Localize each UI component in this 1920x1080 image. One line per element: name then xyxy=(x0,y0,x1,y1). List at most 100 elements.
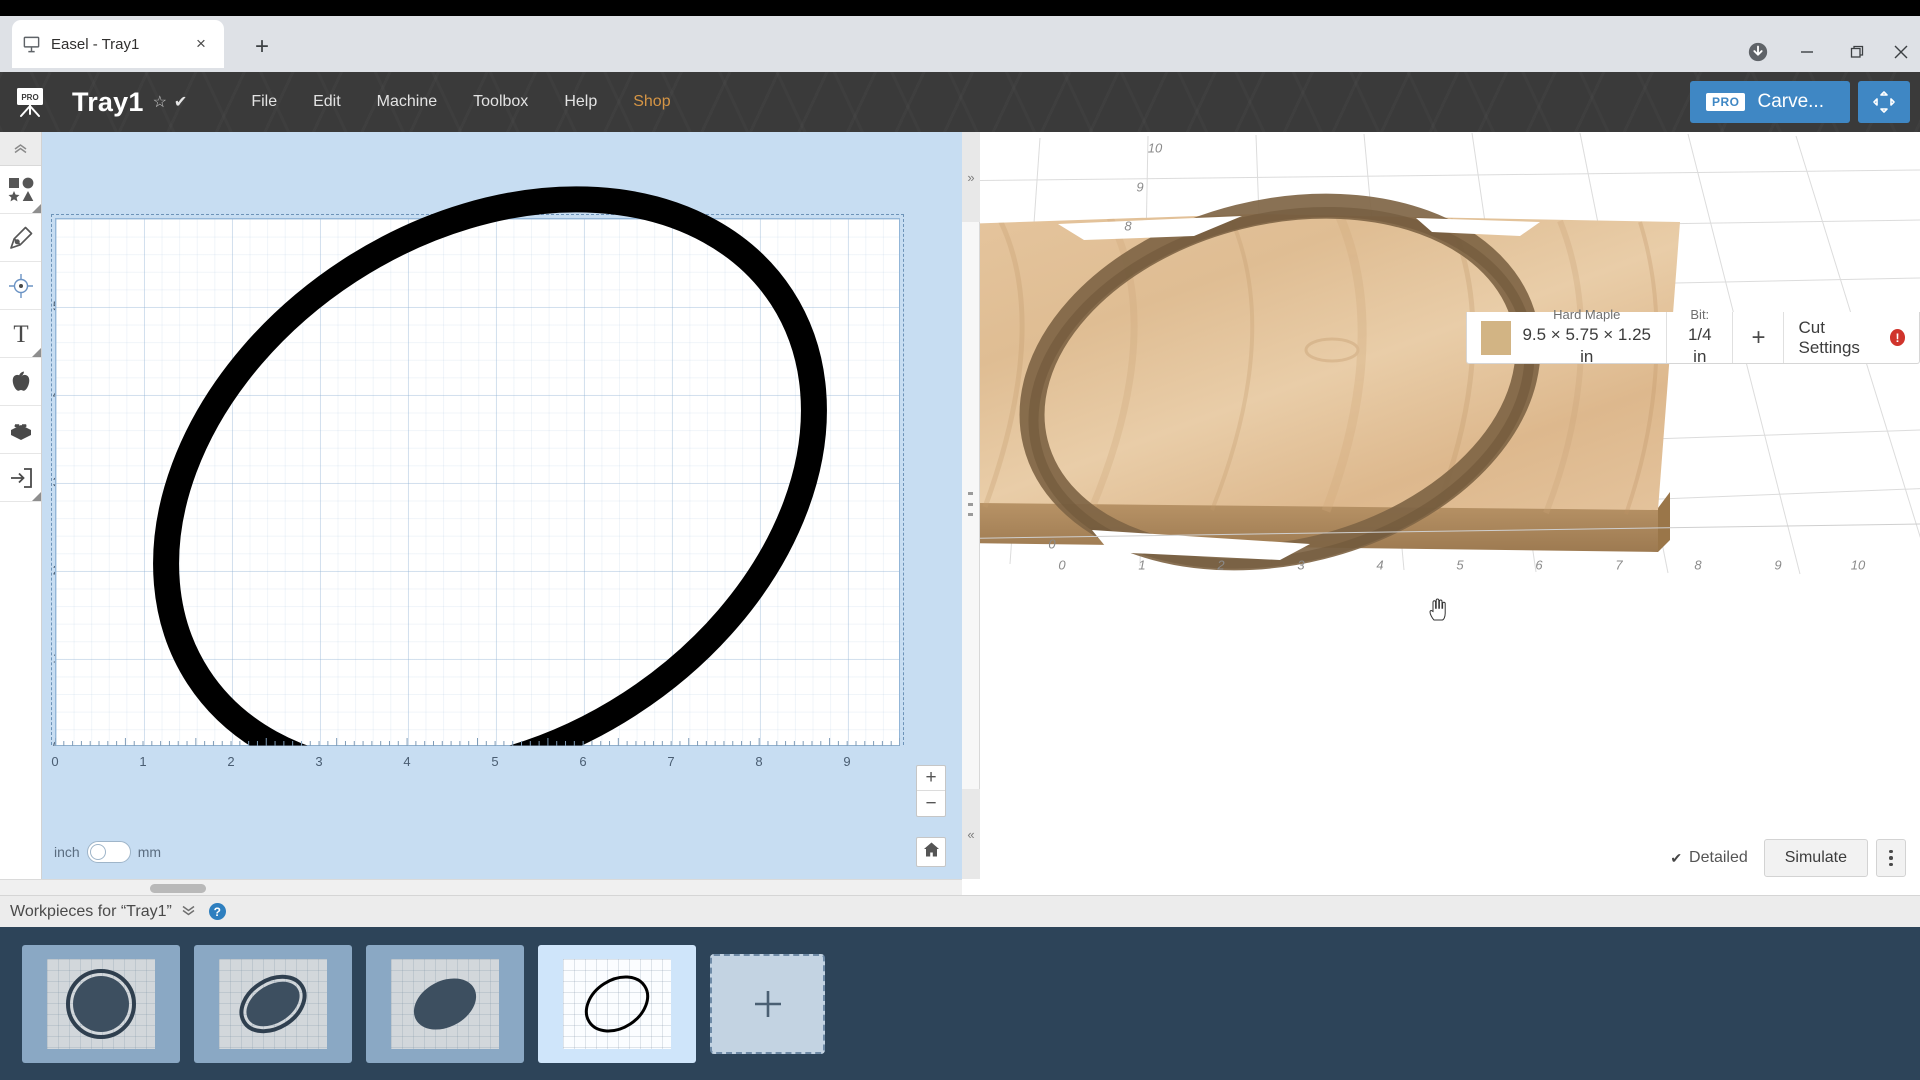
zoom-out-button[interactable]: − xyxy=(917,791,945,816)
tab-strip: Easel - Tray1 × + xyxy=(0,16,1920,72)
four-arrows-icon[interactable] xyxy=(1858,81,1910,123)
ruler-h-label: 0 xyxy=(51,754,59,769)
menu-help[interactable]: Help xyxy=(546,72,615,132)
check-icon: ✔ xyxy=(1670,849,1683,866)
unit-toggle[interactable]: inch mm xyxy=(54,841,161,863)
workpiece-1[interactable] xyxy=(22,944,180,1063)
close-tab-icon[interactable]: × xyxy=(188,31,214,57)
page-title: Tray1 xyxy=(72,86,144,117)
home-view-button[interactable] xyxy=(916,837,946,867)
preview-axis-v-label: 8 xyxy=(1124,218,1132,234)
ruler-h-label: 6 xyxy=(579,754,587,769)
workpiece-thumbnail xyxy=(563,958,671,1049)
bit-label: Bit: xyxy=(1690,307,1710,323)
menu-toolbox[interactable]: Toolbox xyxy=(455,72,546,132)
menu-edit[interactable]: Edit xyxy=(295,72,359,132)
detailed-label: Detailed xyxy=(1689,849,1748,866)
main-area: T 0 1 2 3 4 5 6 7 8 9 + − inch mm » « 10… xyxy=(0,132,1920,895)
menu-file[interactable]: File xyxy=(233,72,295,132)
main-menu: File Edit Machine Toolbox Help Shop xyxy=(233,72,688,132)
browser-tab[interactable]: Easel - Tray1 × xyxy=(12,20,224,68)
workpiece-2[interactable] xyxy=(194,944,352,1063)
bit-cell[interactable]: Bit: 1/4 in xyxy=(1667,307,1734,366)
workpieces-title: Workpieces for “Tray1” xyxy=(10,902,172,920)
menu-machine[interactable]: Machine xyxy=(359,72,455,132)
expand-right-icon[interactable]: » xyxy=(962,132,980,222)
lego-brick-icon xyxy=(8,417,34,443)
header-actions: PRO Carve... xyxy=(1689,81,1920,123)
preview-axis-h-label: 8 xyxy=(1694,557,1702,573)
cut-settings-bar: Hard Maple 9.5 × 5.75 × 1.25 in Bit: 1/4… xyxy=(1466,307,1920,366)
svg-text:T: T xyxy=(13,321,28,347)
workpieces-header: Workpieces for “Tray1” ? xyxy=(0,895,1920,927)
pro-badge: PRO xyxy=(1705,93,1746,111)
scrollbar-thumb[interactable] xyxy=(150,884,206,893)
import-tool[interactable] xyxy=(0,454,41,502)
shapes-icon xyxy=(8,177,34,203)
material-swatch xyxy=(1481,320,1512,355)
preview-axis-h-label: 10 xyxy=(1850,557,1866,573)
browser-window-chrome: Easel - Tray1 × + xyxy=(0,0,1920,72)
download-circle-icon[interactable] xyxy=(1742,36,1774,68)
chrome-top-strip xyxy=(0,0,1920,16)
easel-icon xyxy=(22,35,41,54)
workpiece-4[interactable] xyxy=(538,944,696,1063)
saved-check-icon: ✔ xyxy=(173,94,188,111)
bit-value: 1/4 in xyxy=(1687,324,1712,366)
ruler-h-label: 3 xyxy=(315,754,323,769)
3d-preview-panel[interactable]: 10 9 8 0 0 1 2 3 4 5 6 7 8 9 10 ✔ Detail… xyxy=(980,132,1920,895)
blocks-tool[interactable] xyxy=(0,406,41,454)
workpiece-thumbnail xyxy=(219,958,327,1049)
carve-button[interactable]: PRO Carve... xyxy=(1689,81,1850,123)
detailed-toggle[interactable]: ✔ Detailed xyxy=(1670,849,1747,867)
easel-pro-logo[interactable]: PRO xyxy=(10,82,50,122)
drag-grip-icon[interactable] xyxy=(968,492,973,516)
preview-origin-label: 0 xyxy=(1048,536,1056,552)
panel-splitter[interactable]: » « xyxy=(962,132,980,879)
preview-axis-h-label: 6 xyxy=(1535,557,1543,573)
shapes-tool[interactable] xyxy=(0,166,41,214)
material-cell[interactable]: Hard Maple 9.5 × 5.75 × 1.25 in xyxy=(1467,307,1668,366)
unit-switch-knob xyxy=(89,844,106,860)
ruler-h-label: 9 xyxy=(843,754,851,769)
window-close-button[interactable] xyxy=(1882,32,1920,72)
ruler-h-label: 2 xyxy=(227,754,235,769)
unit-switch[interactable] xyxy=(86,841,131,863)
zoom-in-button[interactable]: + xyxy=(917,766,945,791)
favorite-star-icon[interactable]: ☆ xyxy=(153,92,167,112)
add-workpiece-button[interactable] xyxy=(710,953,825,1054)
more-vertical-icon[interactable] xyxy=(1876,839,1906,877)
cut-settings-button[interactable]: Cut Settings ! xyxy=(1784,312,1919,363)
text-tool[interactable]: T xyxy=(0,310,41,358)
simulate-button[interactable]: Simulate xyxy=(1763,839,1868,877)
svg-text:PRO: PRO xyxy=(21,93,38,102)
preview-axis-v-label: 9 xyxy=(1136,179,1144,195)
workpiece-thumbnail xyxy=(47,958,155,1049)
material-name: Hard Maple xyxy=(1553,307,1621,323)
chevron-down-icon[interactable] xyxy=(181,904,196,919)
warning-icon: ! xyxy=(1889,329,1906,346)
canvas-horizontal-scrollbar[interactable] xyxy=(0,879,962,895)
collapse-left-icon[interactable]: « xyxy=(962,789,980,879)
window-minimize-button[interactable] xyxy=(1782,32,1832,72)
design-canvas-panel[interactable]: 0 1 2 3 4 5 0 1 2 3 4 5 6 xyxy=(42,132,962,895)
window-maximize-button[interactable] xyxy=(1832,32,1882,72)
preview-axis-h-label: 5 xyxy=(1456,557,1464,573)
clipart-tool[interactable] xyxy=(0,358,41,406)
ellipse-outline[interactable] xyxy=(42,132,962,782)
workpiece-thumbnail xyxy=(391,958,499,1049)
workpiece-3[interactable] xyxy=(366,944,524,1063)
add-bit-button[interactable]: + xyxy=(1733,312,1785,363)
menu-shop[interactable]: Shop xyxy=(615,72,688,132)
preview-axis-h-label: 2 xyxy=(1217,557,1225,573)
help-icon[interactable]: ? xyxy=(208,903,226,920)
toolbar-collapse-button[interactable] xyxy=(0,132,41,166)
hand-cursor-icon xyxy=(1428,598,1448,627)
new-tab-button[interactable]: + xyxy=(245,30,279,64)
center-tool[interactable] xyxy=(0,262,41,310)
pen-tool[interactable] xyxy=(0,214,41,262)
ruler-h-label: 8 xyxy=(755,754,763,769)
home-icon xyxy=(923,841,940,863)
preview-axis-h-label: 0 xyxy=(1058,557,1066,573)
left-toolbar: T xyxy=(0,132,42,895)
